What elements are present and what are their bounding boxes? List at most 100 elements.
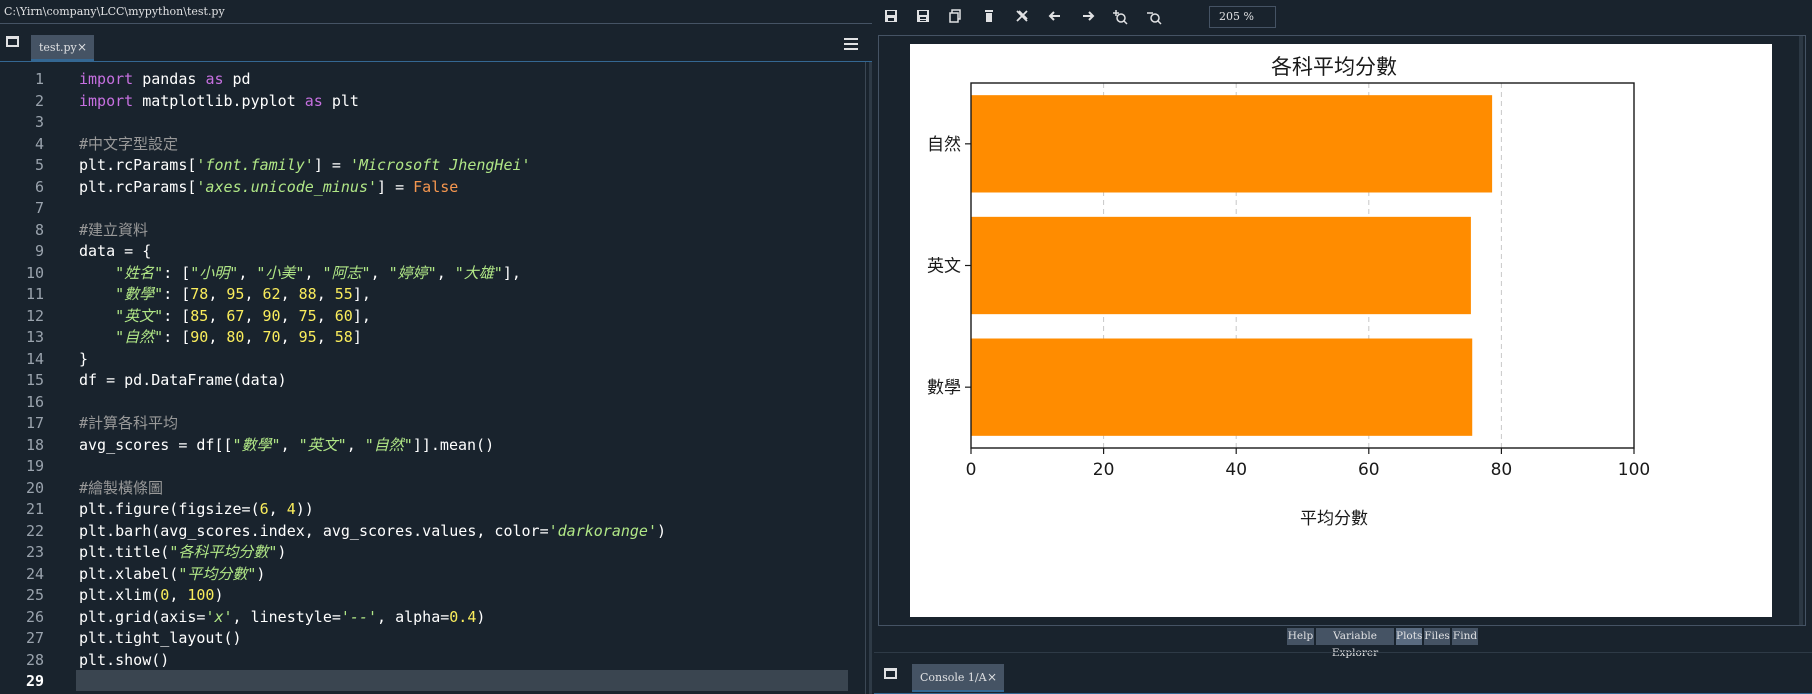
- previous-icon[interactable]: [1047, 9, 1063, 25]
- code-editor[interactable]: 1 2 3 4 5 6 7 8 9 10 11 12 13 14 15 16 17 18 19 20 21 22 23 24 2…: [0, 61, 872, 694]
- tab-find[interactable]: Find: [1452, 628, 1478, 645]
- tab-files[interactable]: Files: [1424, 628, 1450, 645]
- tab-variable-explorer[interactable]: Variable Explorer: [1316, 628, 1394, 659]
- code-token: "小美": [256, 263, 305, 282]
- tab-test-py[interactable]: test.py ×: [31, 35, 94, 61]
- code-token: pandas: [133, 70, 206, 88]
- code-line[interactable]: "數學": [78, 95, 62, 88, 55],: [79, 284, 371, 305]
- plot-viewer[interactable]: 數學 英文 自然 0 20 40 60 80 100 各科平均分數 平均分數: [878, 35, 1806, 626]
- code-line[interactable]: #計算各科平均: [79, 413, 178, 434]
- code-line[interactable]: "自然": [90, 80, 70, 95, 58]: [79, 327, 362, 348]
- code-token: ,: [208, 285, 227, 303]
- console-tab-label: Console 1/A: [920, 671, 987, 684]
- code-token: 90: [190, 328, 209, 346]
- code-token: ],: [502, 263, 521, 282]
- code-token: 'font.family': [196, 156, 314, 174]
- undock-icon[interactable]: [6, 36, 19, 47]
- code-token: ,: [280, 435, 299, 454]
- next-icon[interactable]: [1080, 9, 1096, 25]
- code-line[interactable]: plt.show(): [79, 650, 169, 671]
- code-token: plt.title(: [79, 543, 170, 561]
- tab-console[interactable]: Console 1/A ×: [912, 664, 1004, 692]
- code-line[interactable]: "英文": [85, 67, 90, 75, 60],: [79, 306, 371, 327]
- undock-icon[interactable]: [884, 668, 897, 679]
- close-icon[interactable]: ×: [987, 670, 997, 684]
- delete-all-icon[interactable]: [1014, 9, 1030, 25]
- code-line[interactable]: import pandas as pd: [79, 69, 251, 90]
- code-token: , alpha=: [377, 607, 450, 626]
- code-token: "英文": [115, 306, 164, 325]
- chart-title: 各科平均分數: [1271, 55, 1397, 79]
- line-number: 23: [25, 543, 44, 561]
- code-token: 'darkorange': [548, 521, 657, 540]
- plots-pane: 205 % 數學 英文 自然 0 20 40 60 80 100 各科平均分數 平均分數 Hel…: [874, 0, 1812, 694]
- options-menu-icon[interactable]: [844, 38, 858, 50]
- code-line[interactable]: plt.tight_layout(): [79, 628, 242, 649]
- x-tick-label: 20: [1093, 460, 1115, 480]
- code-token: plt.show(): [79, 650, 170, 669]
- line-number: 5: [34, 156, 44, 174]
- code-line[interactable]: data = {: [79, 241, 151, 262]
- zoom-in-icon[interactable]: [1112, 9, 1128, 25]
- x-tick-label: 80: [1491, 460, 1513, 480]
- code-line[interactable]: "姓名": ["小明", "小美", "阿志", "婷婷", "大雄"],: [79, 263, 521, 284]
- save-all-icon[interactable]: [915, 9, 931, 25]
- code-token: import: [79, 91, 134, 110]
- code-line[interactable]: plt.xlim(0, 100): [79, 585, 224, 606]
- y-tick-label: 英文: [927, 257, 961, 277]
- save-icon[interactable]: [883, 9, 899, 25]
- code-line[interactable]: plt.figure(figsize=(6, 4)): [79, 499, 314, 520]
- code-line[interactable]: plt.title("各科平均分數"): [79, 542, 286, 563]
- code-area[interactable]: import pandas as pd import matplotlib.pyp…: [76, 62, 872, 694]
- code-line[interactable]: avg_scores = df[["數學", "英文", "自然"]].mean…: [79, 435, 494, 456]
- copy-icon[interactable]: [947, 9, 963, 25]
- code-token: ,: [268, 500, 287, 518]
- current-line-highlight: [76, 670, 848, 691]
- code-line[interactable]: df = pd.DataFrame(data): [79, 370, 287, 391]
- code-line[interactable]: plt.grid(axis='x', linestyle='--', alpha…: [79, 607, 485, 628]
- code-line[interactable]: plt.barh(avg_scores.index, avg_scores.va…: [79, 521, 666, 542]
- code-token: ,: [370, 263, 389, 282]
- delete-icon[interactable]: [981, 9, 997, 25]
- zoom-level[interactable]: 205 %: [1209, 6, 1276, 28]
- code-token: "數學": [115, 285, 164, 303]
- line-number: 2: [34, 91, 44, 110]
- code-token: #繪製橫條圖: [79, 478, 164, 497]
- code-line[interactable]: }: [79, 349, 88, 370]
- editor-tabs-bar: test.py ×: [0, 24, 872, 61]
- line-number: 7: [34, 199, 44, 217]
- code-token: , linestyle=: [232, 607, 341, 626]
- code-token: 6: [259, 500, 269, 518]
- code-line[interactable]: import matplotlib.pyplot as plt: [79, 91, 359, 112]
- tab-plots[interactable]: Plots: [1396, 628, 1422, 645]
- code-token: 90: [262, 306, 281, 325]
- code-token: 95: [298, 328, 317, 346]
- line-number: 6: [34, 177, 44, 196]
- code-token: : [: [163, 328, 191, 346]
- line-number: 22: [25, 521, 44, 540]
- code-token: ): [214, 586, 224, 604]
- code-line[interactable]: plt.rcParams['axes.unicode_minus'] = Fal…: [79, 177, 458, 198]
- code-token: : [: [163, 285, 191, 303]
- zoom-out-icon[interactable]: [1146, 9, 1162, 25]
- code-token: 0.4: [449, 607, 477, 626]
- line-number: 16: [25, 392, 44, 411]
- code-token: "各科平均分數": [169, 543, 278, 561]
- tab-help[interactable]: Help: [1287, 628, 1314, 645]
- code-token: ): [476, 607, 486, 626]
- code-token: "小明": [190, 263, 239, 282]
- plot-scrollbar[interactable]: [1799, 36, 1803, 625]
- code-line[interactable]: plt.rcParams['font.family'] = 'Microsoft…: [79, 155, 531, 176]
- code-line[interactable]: #繪製橫條圖: [79, 478, 163, 499]
- code-token: : [: [163, 263, 191, 282]
- line-number: 25: [25, 586, 44, 604]
- code-line[interactable]: plt.xlabel("平均分數"): [79, 564, 265, 585]
- code-token: as: [304, 91, 323, 110]
- editor-scrollbar[interactable]: [869, 62, 872, 694]
- code-line[interactable]: #建立資料: [79, 220, 148, 241]
- close-icon[interactable]: ×: [77, 40, 87, 54]
- code-token: matplotlib.pyplot: [133, 91, 305, 110]
- editor-pane: C:\Yirn\company\LCC\mypython\test.py tes…: [0, 0, 872, 694]
- code-line[interactable]: #中文字型設定: [79, 134, 178, 155]
- code-token: ): [256, 564, 266, 583]
